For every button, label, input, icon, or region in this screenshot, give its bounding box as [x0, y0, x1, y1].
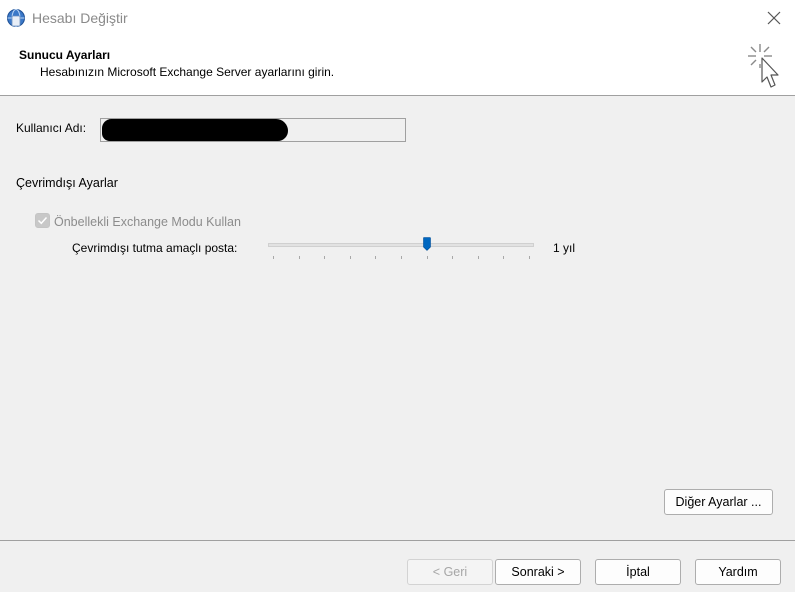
- footer-divider: [0, 540, 797, 541]
- slider-tick: [349, 256, 351, 259]
- header-subtitle: Hesabınızın Microsoft Exchange Server ay…: [40, 65, 335, 79]
- header-title: Sunucu Ayarları: [19, 48, 111, 62]
- outlook-profile-icon: [7, 9, 25, 27]
- cancel-button[interactable]: İptal: [595, 559, 681, 585]
- cached-mode-label: Önbellekli Exchange Modu Kullan: [54, 215, 241, 229]
- checkmark-icon: [37, 216, 48, 225]
- wizard-sparkle-cursor-icon: [748, 44, 779, 88]
- slider-track: [268, 243, 534, 247]
- wizard-header: Sunucu Ayarları Hesabınızın Microsoft Ex…: [0, 36, 797, 96]
- mail-to-keep-slider[interactable]: [268, 236, 534, 260]
- slider-tick: [375, 256, 377, 259]
- slider-tick: [477, 256, 479, 259]
- help-button[interactable]: Yardım: [695, 559, 781, 585]
- close-button[interactable]: [759, 4, 789, 32]
- close-icon: [767, 11, 781, 25]
- slider-tick: [273, 256, 274, 259]
- back-button[interactable]: < Geri: [407, 559, 493, 585]
- username-label: Kullanıcı Adı:: [16, 121, 87, 135]
- title-bar: Hesabı Değiştir: [0, 0, 797, 36]
- slider-tick: [452, 256, 454, 259]
- mail-to-keep-label: Çevrimdışı tutma amaçlı posta:: [72, 241, 238, 255]
- offline-settings-heading: Çevrimdışı Ayarlar: [16, 176, 118, 190]
- next-button[interactable]: Sonraki >: [495, 559, 581, 585]
- slider-tick: [529, 256, 530, 259]
- slider-tick: [324, 256, 326, 259]
- slider-thumb[interactable]: [422, 237, 431, 251]
- slider-tick: [503, 256, 505, 259]
- slider-tick: [298, 256, 300, 259]
- redaction-mark: [102, 119, 288, 141]
- slider-tick: [426, 256, 428, 259]
- slider-tick: [401, 256, 402, 259]
- more-settings-button[interactable]: Diğer Ayarlar ...: [664, 489, 773, 515]
- window-title: Hesabı Değiştir: [32, 10, 128, 26]
- mail-to-keep-value: 1 yıl: [553, 241, 576, 255]
- cached-mode-checkbox[interactable]: [35, 213, 50, 228]
